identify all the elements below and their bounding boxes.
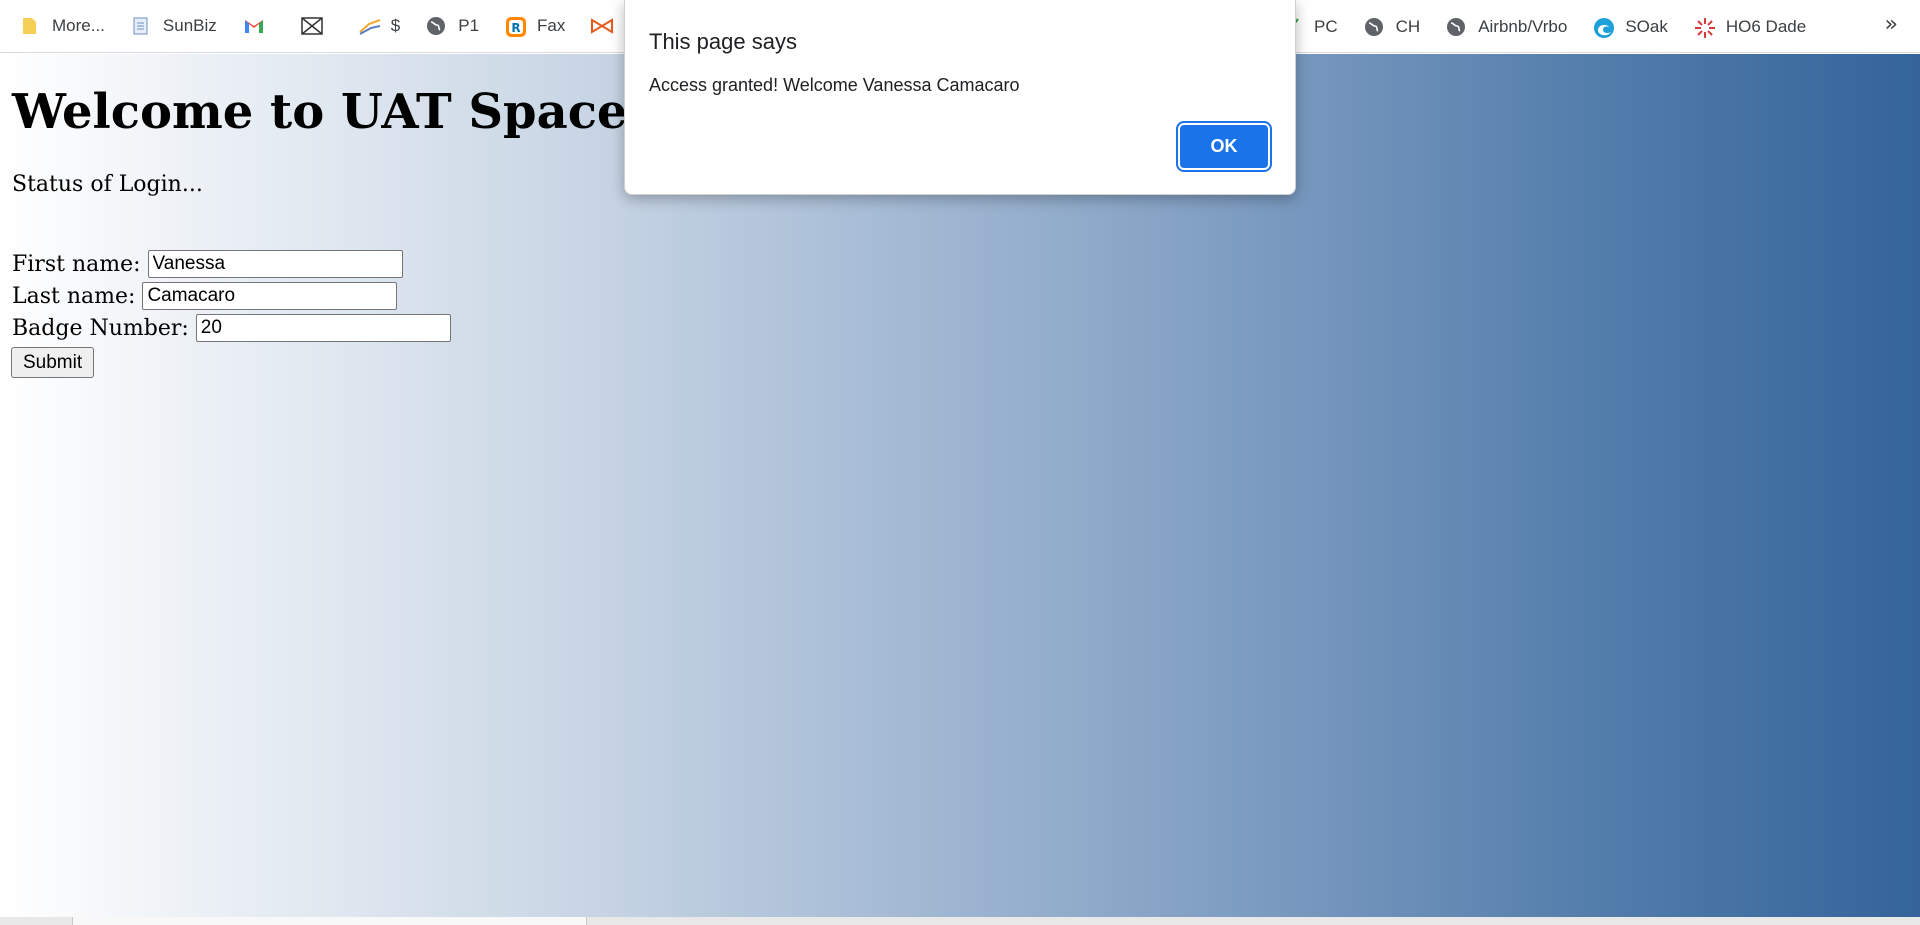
- first-name-row: First name:: [12, 250, 403, 278]
- globe-icon: [1364, 17, 1384, 37]
- bookmark-label: P1: [458, 16, 480, 35]
- bookmarks-overflow-button[interactable]: »: [1885, 12, 1898, 37]
- submit-button[interactable]: Submit: [11, 347, 95, 378]
- badge-number-row: Badge Number:: [12, 314, 451, 342]
- gmail-icon: [243, 16, 263, 36]
- bookmark-fax[interactable]: R Fax: [505, 16, 566, 37]
- dialog-message: Access granted! Welcome Vanessa Camacaro: [649, 75, 1020, 95]
- dialog-title: This page says: [649, 29, 797, 54]
- bookmark-sunbiz[interactable]: SunBiz: [131, 16, 217, 36]
- bookmark-label: HO6 Dade: [1725, 16, 1807, 36]
- ringcentral-icon: R: [505, 16, 527, 37]
- starburst-icon: [1694, 17, 1715, 38]
- last-name-row: Last name:: [12, 282, 398, 310]
- bookmark-network[interactable]: [301, 16, 333, 36]
- bookmark-soak[interactable]: SOak: [1593, 16, 1668, 38]
- bookmark-pc[interactable]: PC: [1290, 17, 1338, 37]
- bookmark-label: Airbnb/Vrbo: [1478, 16, 1568, 36]
- bookmark-label: $: [390, 16, 401, 35]
- bookmark-label: SOak: [1625, 16, 1668, 36]
- bookmark-label: SunBiz: [162, 16, 217, 35]
- bookmark-ho6-dade[interactable]: HO6 Dade: [1694, 16, 1807, 38]
- bottom-scrollbar-thumb[interactable]: [72, 917, 587, 925]
- badge-number-label: Badge Number:: [12, 315, 189, 341]
- bookmark-gmail[interactable]: [243, 16, 275, 36]
- bookmark-label: Fax: [537, 16, 566, 35]
- alert-dialog: This page says Access granted! Welcome V…: [624, 0, 1296, 195]
- first-name-input[interactable]: [147, 250, 403, 278]
- bookmark-label: PC: [1314, 16, 1338, 36]
- bookmarks-bar-right: PC CH Airbnb/Vrbo SOak HO6 Dade: [1290, 0, 1832, 53]
- document-icon: [131, 16, 151, 36]
- last-name-input[interactable]: [142, 282, 398, 310]
- folder-icon: [20, 16, 40, 36]
- bookmark-label: More...: [52, 16, 105, 35]
- svg-text:R: R: [511, 21, 520, 35]
- first-name-label: First name:: [12, 251, 141, 277]
- bookmark-ch[interactable]: CH: [1364, 16, 1421, 37]
- bowtie-icon: [591, 16, 614, 36]
- login-status-text: Status of Login...: [12, 172, 203, 197]
- edge-icon: [1593, 17, 1615, 38]
- globe-icon: [1446, 17, 1466, 37]
- bookmark-more-folder[interactable]: More...: [20, 16, 105, 36]
- ok-button[interactable]: OK: [1176, 121, 1272, 172]
- last-name-label: Last name:: [12, 283, 136, 309]
- bookmark-label: CH: [1395, 16, 1421, 36]
- chart-icon: [359, 16, 381, 36]
- network-icon: [301, 16, 323, 36]
- bookmark-p1[interactable]: P1: [426, 16, 479, 36]
- badge-number-input[interactable]: [195, 314, 451, 342]
- bookmark-bowtie[interactable]: [591, 16, 623, 36]
- bookmark-airbnb-vrbo[interactable]: Airbnb/Vrbo: [1446, 17, 1567, 37]
- globe-icon: [426, 16, 446, 36]
- bookmark-dollar[interactable]: $: [359, 16, 400, 36]
